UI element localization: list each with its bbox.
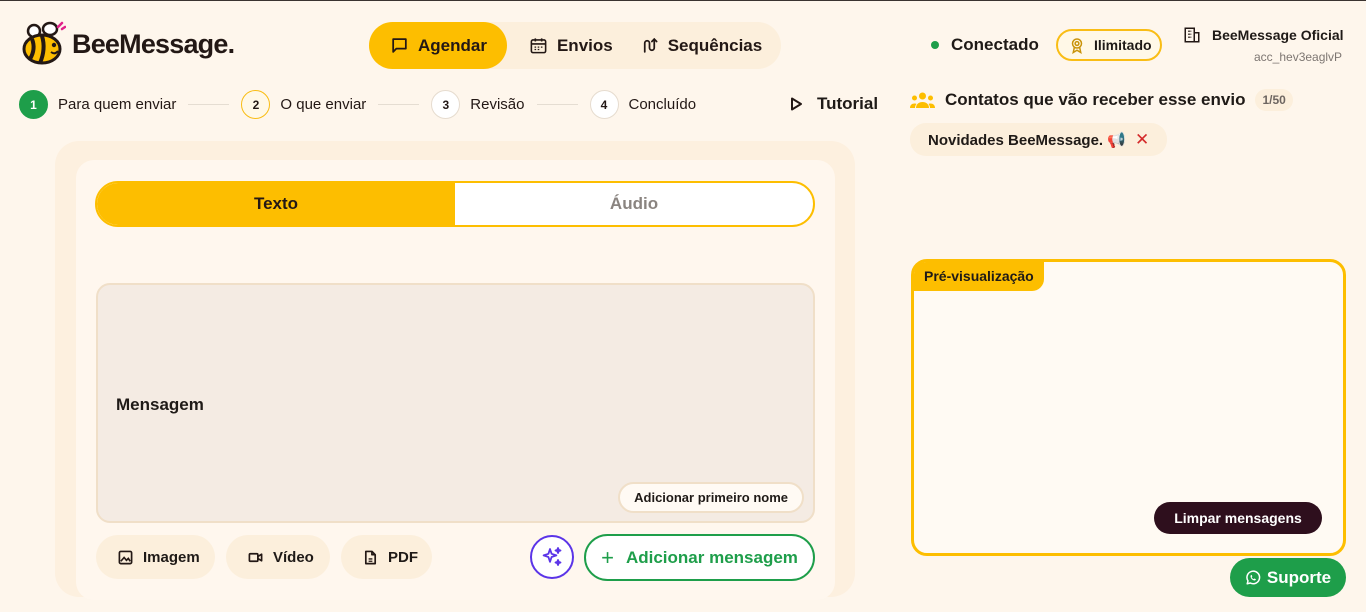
- bee-logo-icon: [22, 21, 66, 65]
- step-4[interactable]: 4 Concluído: [589, 90, 697, 119]
- close-icon[interactable]: ✕: [1135, 130, 1149, 150]
- nav-tab-agendar[interactable]: Agendar: [369, 22, 507, 69]
- attach-pdf-button[interactable]: PDF: [341, 535, 432, 579]
- sparkles-icon: [542, 547, 562, 566]
- step-label: Revisão: [470, 96, 525, 113]
- step-divider: [188, 104, 230, 105]
- tutorial-button[interactable]: Tutorial: [790, 94, 878, 114]
- step-1[interactable]: 1 Para quem enviar: [19, 90, 176, 119]
- image-icon: [118, 550, 133, 564]
- attach-video-button[interactable]: Vídeo: [226, 535, 330, 579]
- attach-image-button[interactable]: Imagem: [96, 535, 215, 579]
- add-message-button[interactable]: + Adicionar mensagem: [584, 534, 815, 581]
- status-dot-icon: [931, 41, 939, 49]
- chip-label: Novidades BeeMessage. 📢: [928, 131, 1126, 149]
- add-first-name-button[interactable]: Adicionar primeiro nome: [618, 482, 804, 513]
- step-number: 2: [241, 90, 271, 119]
- step-label: Para quem enviar: [58, 96, 177, 113]
- contacts-count-badge: 1/50: [1255, 89, 1293, 111]
- preview-tag: Pré-visualização: [914, 262, 1044, 291]
- tab-texto[interactable]: Texto: [97, 183, 455, 225]
- account-info[interactable]: BeeMessage Oficial acc_hev3eaglvP: [1183, 26, 1344, 64]
- connection-status: Conectado: [931, 34, 1039, 56]
- nav-tab-label: Envios: [556, 35, 613, 55]
- account-id: acc_hev3eaglvP: [1254, 50, 1343, 64]
- award-icon: [1071, 38, 1083, 54]
- plan-label: Ilimitado: [1094, 37, 1152, 53]
- message-type-toggle: Texto Áudio: [95, 181, 815, 227]
- step-label: O que enviar: [280, 96, 367, 113]
- message-square-icon: [392, 38, 407, 53]
- stepper: 1 Para quem enviar 2 O que enviar 3 Revi…: [19, 90, 696, 119]
- plan-badge[interactable]: Ilimitado: [1056, 29, 1162, 61]
- contact-list-chip[interactable]: Novidades BeeMessage. 📢 ✕: [910, 123, 1168, 156]
- step-2[interactable]: 2 O que enviar: [241, 90, 366, 119]
- nav-tab-label: Agendar: [418, 35, 487, 55]
- tab-audio[interactable]: Áudio: [455, 183, 813, 225]
- building-icon: [1184, 27, 1200, 43]
- video-icon: [248, 552, 263, 562]
- play-icon: [791, 97, 802, 111]
- attach-label: PDF: [388, 548, 418, 566]
- route-icon: [643, 37, 658, 53]
- main-nav: Agendar Envios Sequências: [369, 22, 781, 69]
- attach-label: Imagem: [143, 548, 200, 566]
- message-label: Mensagem: [116, 395, 204, 414]
- step-number: 3: [431, 90, 461, 119]
- users-icon: [910, 92, 935, 108]
- step-divider: [378, 104, 420, 105]
- brand-name: BeeMessage.: [72, 28, 235, 59]
- contacts-header: Contatos que vão receber esse envio 1/50: [910, 88, 1293, 112]
- attach-label: Vídeo: [273, 548, 314, 566]
- plus-icon: +: [601, 544, 614, 570]
- step-3[interactable]: 3 Revisão: [431, 90, 525, 119]
- add-message-label: Adicionar mensagem: [625, 547, 798, 567]
- support-button[interactable]: Suporte: [1230, 558, 1346, 597]
- file-icon: [364, 550, 377, 564]
- whatsapp-icon: [1246, 569, 1261, 585]
- nav-tab-envios[interactable]: Envios: [529, 22, 613, 69]
- clear-messages-button[interactable]: Limpar mensagens: [1154, 502, 1322, 534]
- account-name: BeeMessage Oficial: [1212, 27, 1344, 43]
- tutorial-label: Tutorial: [817, 94, 879, 113]
- ai-assist-button[interactable]: [530, 535, 574, 579]
- nav-tab-sequencias[interactable]: Sequências: [640, 22, 763, 69]
- message-textarea[interactable]: Mensagem Adicionar primeiro nome: [96, 283, 815, 523]
- nav-tab-label: Sequências: [667, 35, 763, 55]
- preview-panel: Pré-visualização Limpar mensagens: [911, 259, 1346, 556]
- step-divider: [536, 104, 578, 105]
- step-number: 1: [19, 90, 48, 119]
- contacts-title: Contatos que vão receber esse envio: [945, 90, 1246, 109]
- support-label: Suporte: [1266, 567, 1332, 587]
- step-label: Concluído: [628, 96, 697, 113]
- step-number: 4: [589, 90, 619, 119]
- calendar-icon: [530, 38, 547, 54]
- connection-label: Conectado: [951, 35, 1039, 54]
- brand-logo[interactable]: BeeMessage.: [18, 21, 235, 67]
